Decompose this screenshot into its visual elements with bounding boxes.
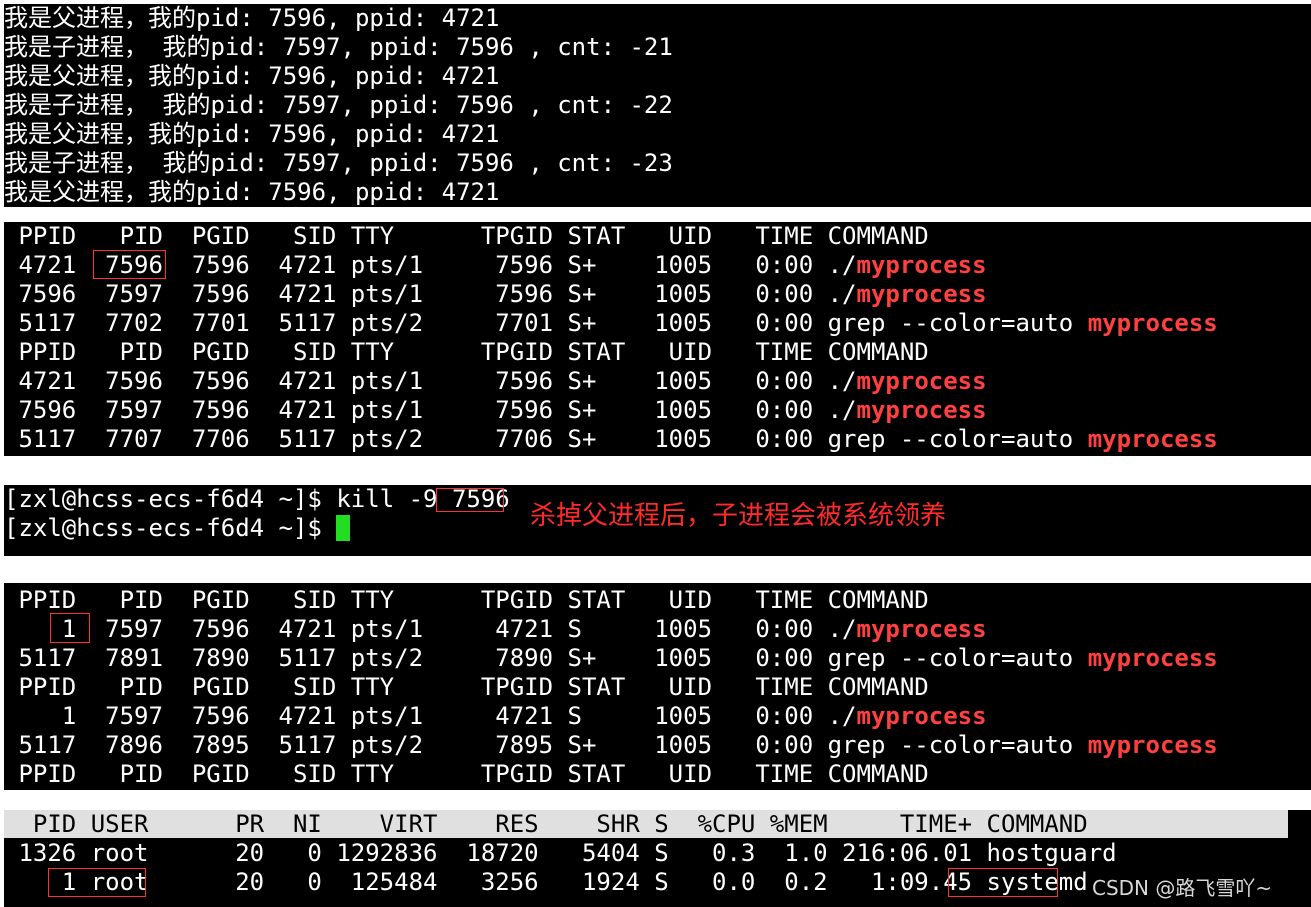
process-name-highlight: myprocess [1087,425,1218,453]
watermark: CSDN @路飞雪吖~ [1092,876,1273,900]
ps-row: 4721 7596 7596 4721 pts/1 7596 S+ 1005 0… [4,367,987,396]
terminal-cursor[interactable] [336,515,351,541]
cmd-prefix: grep --color=auto [827,731,1088,759]
top-output-panel: PID USER PR NI VIRT RES SHR S %CPU %MEM … [4,810,1311,907]
prompt-line-kill: [zxl@hcss-ecs-f6d4 ~]$ kill -9 7596 [4,485,510,514]
top-header: PID USER PR NI VIRT RES SHR S %CPU %MEM … [4,810,1088,838]
pid-highlight-box [48,868,146,897]
cmd-prefix: grep --color=auto [827,644,1088,672]
output-line: 我是父进程，我的pid: 7596, ppid: 4721 [4,120,500,148]
output-line: 我是父进程，我的pid: 7596, ppid: 4721 [4,62,500,90]
ps-header: PPID PID PGID SID TTY TPGID STAT UID TIM… [4,760,929,788]
ps-output-after-panel: PPID PID PGID SID TTY TPGID STAT UID TIM… [4,583,1311,790]
process-name-highlight: myprocess [1087,731,1218,759]
cmd-prefix: grep --color=auto [827,309,1088,337]
top-row: 1326 root 20 0 1292836 18720 5404 S 0.3 … [4,839,1117,867]
process-name-highlight: myprocess [856,702,987,730]
cmd-prefix: grep --color=auto [827,425,1088,453]
ps-row-cols: 4721 7596 7596 4721 pts/1 7596 S+ 1005 0… [4,367,828,395]
ps-row: 7596 7597 7596 4721 pts/1 7596 S+ 1005 0… [4,280,987,309]
ps-output-before-panel: PPID PID PGID SID TTY TPGID STAT UID TIM… [4,222,1311,456]
ps-row: 5117 7707 7706 5117 pts/2 7706 S+ 1005 0… [4,425,1218,454]
ps-row-cols: 5117 7702 7701 5117 pts/2 7701 S+ 1005 0… [4,309,828,337]
shell-panel: [zxl@hcss-ecs-f6d4 ~]$ kill -9 7596 [zxl… [4,485,1311,556]
cmd-prefix: ./ [827,615,857,643]
prompt-line-current[interactable]: [zxl@hcss-ecs-f6d4 ~]$ [4,514,351,543]
ppid-highlight-box [50,613,90,643]
ps-row-cols: 5117 7891 7890 5117 pts/2 7890 S+ 1005 0… [4,644,828,672]
output-line: 我是父进程，我的pid: 7596, ppid: 4721 [4,178,500,206]
ps-row: 5117 7702 7701 5117 pts/2 7701 S+ 1005 0… [4,309,1218,338]
cmd-prefix: ./ [827,280,857,308]
ps-row-cols: 7596 7597 7596 4721 pts/1 7596 S+ 1005 0… [4,280,828,308]
top-row: 1 root 20 0 125484 3256 1924 S 0.0 0.2 1… [4,868,1088,897]
process-name-highlight: myprocess [1087,309,1218,337]
ps-row-cols: 5117 7707 7706 5117 pts/2 7706 S+ 1005 0… [4,425,828,453]
top-row-cols: 1 root 20 0 125484 3256 1924 S 0.0 0.2 1… [4,868,987,896]
pid-highlight-box [436,488,504,512]
process-name-highlight: myprocess [856,396,987,424]
cmd-prefix: ./ [827,396,857,424]
ps-row: 7596 7597 7596 4721 pts/1 7596 S+ 1005 0… [4,396,987,425]
command-highlight-box [948,868,1058,897]
annotation-note: 杀掉父进程后，子进程会被系统领养 [530,501,947,531]
output-line: 我是子进程， 我的pid: 7597, ppid: 7596 , cnt: -2… [4,91,673,119]
ps-row-cols: 1 7597 7596 4721 pts/1 4721 S 1005 0:00 [4,615,828,643]
ps-row: 5117 7896 7895 5117 pts/2 7895 S+ 1005 0… [4,731,1218,760]
output-line: 我是子进程， 我的pid: 7597, ppid: 7596 , cnt: -2… [4,33,673,61]
process-name-highlight: myprocess [856,280,987,308]
cmd-prefix: ./ [827,367,857,395]
process-name-highlight: myprocess [856,615,987,643]
cmd-prefix: ./ [827,702,857,730]
process-name-highlight: myprocess [1087,644,1218,672]
ps-row: 5117 7891 7890 5117 pts/2 7890 S+ 1005 0… [4,644,1218,673]
ps-header: PPID PID PGID SID TTY TPGID STAT UID TIM… [4,338,929,366]
output-line: 我是子进程， 我的pid: 7597, ppid: 7596 , cnt: -2… [4,149,673,177]
terminal-output-panel: 我是父进程，我的pid: 7596, ppid: 4721 我是子进程， 我的p… [4,4,1311,207]
ps-header: PPID PID PGID SID TTY TPGID STAT UID TIM… [4,673,929,701]
ps-row: 1 7597 7596 4721 pts/1 4721 S 1005 0:00 … [4,615,987,644]
ps-row: 1 7597 7596 4721 pts/1 4721 S 1005 0:00 … [4,702,987,731]
ps-header: PPID PID PGID SID TTY TPGID STAT UID TIM… [4,586,929,614]
output-line: 我是父进程，我的pid: 7596, ppid: 4721 [4,4,500,32]
shell-prompt: [zxl@hcss-ecs-f6d4 ~]$ [4,514,337,542]
kill-command: kill -9 [336,485,452,513]
ps-row-cols: 1 7597 7596 4721 pts/1 4721 S 1005 0:00 [4,702,828,730]
process-name-highlight: myprocess [856,367,987,395]
shell-prompt: [zxl@hcss-ecs-f6d4 ~]$ [4,485,337,513]
pid-highlight-box [93,250,166,279]
ps-row-cols: 5117 7896 7895 5117 pts/2 7895 S+ 1005 0… [4,731,828,759]
process-name-highlight: myprocess [856,251,987,279]
ps-row-cols: 7596 7597 7596 4721 pts/1 7596 S+ 1005 0… [4,396,828,424]
ps-header: PPID PID PGID SID TTY TPGID STAT UID TIM… [4,222,929,250]
cmd-prefix: ./ [827,251,857,279]
